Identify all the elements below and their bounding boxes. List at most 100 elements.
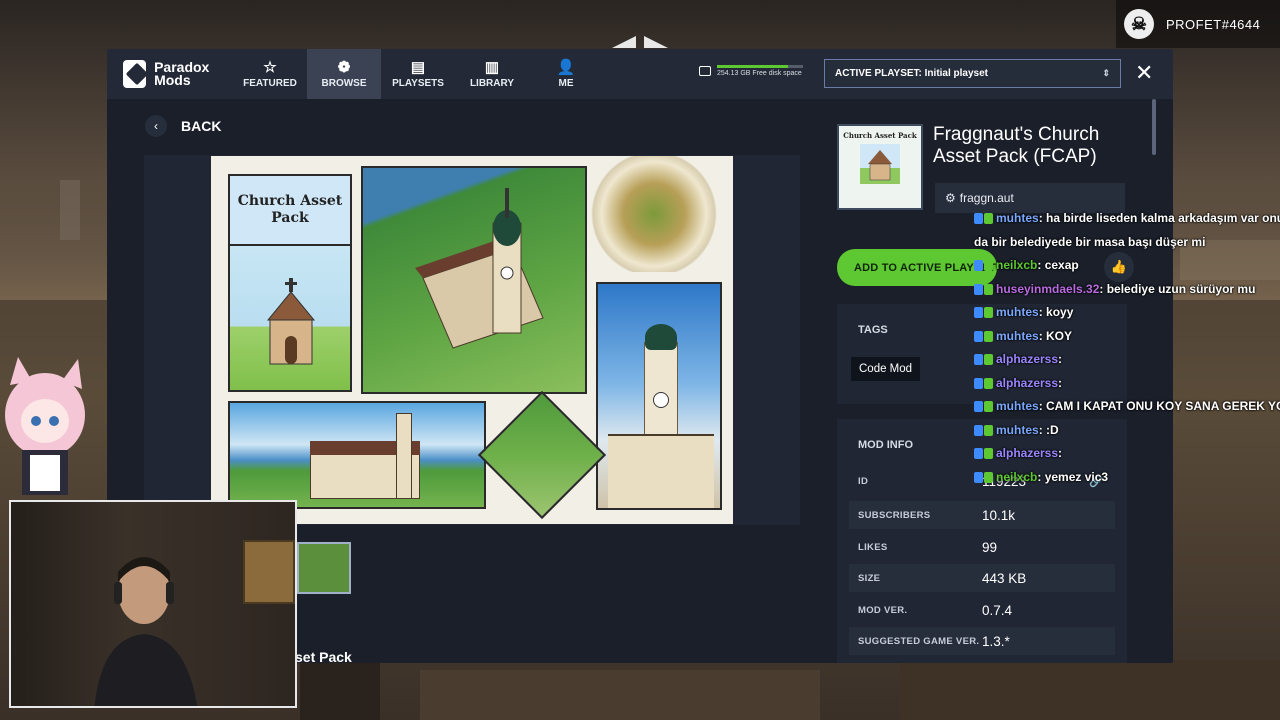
chat-text: : [1058,446,1063,460]
badge-icon [974,448,983,459]
scrollbar[interactable] [1152,99,1156,155]
chat-username: alphazerss [996,352,1059,366]
playsets-icon: ▤ [410,58,426,76]
nav-label: ME [558,77,574,89]
info-value: 1.3.* [982,633,1010,649]
paradox-mods-logo[interactable]: Paradox Mods [123,60,233,88]
mod-thumbnail: Church Asset Pack [837,124,923,210]
hero-image[interactable]: Church Asset Pack [211,156,733,524]
nav-me[interactable]: 👤 ME [529,49,603,99]
chat-badges [974,424,993,436]
chat-username: neilxcb [996,258,1038,272]
chat-username: alphazerss [996,446,1059,460]
hard-drive-icon [699,66,711,76]
back-label: BACK [181,118,222,134]
church-card-illustration: Church Asset Pack [228,174,352,392]
info-key: SUBSCRIBERS [858,509,931,521]
chat-username: muhtes [996,211,1039,225]
chat-text: : cexap [1037,258,1079,272]
author-name: fraggn.aut [959,191,1014,205]
chat-badges [974,260,993,271]
chat-message: neilxcb: cexap [974,254,1274,278]
chat-username: muhtes [996,422,1039,437]
badge-icon [974,471,983,483]
nav-featured[interactable]: ☆ FEATURED [233,49,307,99]
chat-message: alphazerss: [974,372,1274,396]
side-church-render [228,401,486,509]
chat-text: : [1058,352,1063,366]
info-row-game-version: SUGGESTED GAME VER. 1.3.* [849,627,1115,655]
badge-icon [974,424,983,436]
chat-text: : [1058,375,1063,390]
chat-message: alphazerss: [974,442,1274,466]
streamer-person [94,557,198,706]
badge-icon [974,213,983,224]
chat-text: : KOY [1038,328,1073,343]
info-key: SUGGESTED GAME VER. [858,635,980,647]
info-row-subscribers: SUBSCRIBERS 10.1k [849,501,1115,529]
stream-chat-overlay: muhtes: ha birde liseden kalma arkadaşım… [974,207,1280,489]
aerial-church-render [361,166,587,394]
badge-icon [984,260,993,271]
mod-title: Fraggnaut's Church Asset Pack (FCAP) [933,124,1100,167]
chat-username: muhtes [996,328,1039,343]
badge-icon [984,401,993,412]
chat-message: da bir belediyede bir masa başı düşer mi [974,231,1274,255]
info-row-mod-version: MOD VER. 0.7.4 [849,596,1115,624]
badge-icon [984,448,993,459]
info-value: 0.7.4 [982,602,1013,618]
chevron-updown-icon: ⇕ [1102,68,1110,78]
active-playset-dropdown[interactable]: ACTIVE PLAYSET: Initial playset ⇕ [824,59,1121,88]
vtuber-avatar [5,357,85,495]
close-icon[interactable]: ✕ [1135,61,1153,85]
mod-info-heading: MOD INFO [858,439,913,451]
browse-icon: ❁ [337,58,351,76]
rose-window-render [589,156,719,272]
badge-icon [984,307,993,318]
streamer-profile: ☠ PROFET#4644 [1116,0,1280,48]
add-to-playset-button[interactable]: ADD TO ACTIVE PLAYSET [837,249,997,286]
badge-icon [984,283,993,295]
badge-icon [974,354,983,365]
nav-browse[interactable]: ❁ BROWSE [307,49,381,99]
badge-icon [974,260,983,271]
chat-badges [974,330,993,342]
chevron-left-icon: ‹ [145,115,167,137]
chat-message: muhtes: CAM I KAPAT ONU KOY SANA GEREK Y… [974,395,1280,419]
chat-badges [974,471,993,483]
chat-username: huseyinmdaels.32 [996,281,1100,296]
chat-username: muhtes [996,399,1039,413]
back-button[interactable]: ‹ BACK [145,115,221,137]
mod-title-fragment: set Pack [295,649,352,663]
chat-text: : koyy [1038,305,1074,319]
disk-space-fill [717,65,788,68]
disk-space-label: 254.13 GB Free disk space [717,70,802,77]
chat-message: muhtes: koyy [974,301,1274,325]
info-row-likes: LIKES 99 [849,533,1115,561]
chat-text: da bir belediyede bir masa başı düşer mi [974,234,1206,249]
badge-icon [974,330,983,342]
chat-text: : yemez vic3 [1037,469,1109,484]
chat-message: alphazerss: [974,348,1274,372]
nav-playsets[interactable]: ▤ PLAYSETS [381,49,455,99]
chat-badges [974,307,993,318]
badge-icon [984,471,993,483]
info-key: MOD VER. [858,604,908,616]
chat-text: : belediye uzun sürüyor mu [1099,281,1256,296]
skull-icon: ☠ [1124,9,1154,39]
badge-icon [974,377,983,389]
tower-render [596,282,722,510]
gallery-thumbnail[interactable] [297,542,351,594]
info-value: 10.1k [982,507,1016,523]
church-icon [860,144,900,184]
tag-chip[interactable]: Code Mod [851,357,921,381]
chat-message: muhtes: ha birde liseden kalma arkadaşım… [974,207,1280,231]
badge-icon [974,401,983,412]
disk-space-bar [717,65,803,68]
nav-label: LIBRARY [469,77,515,89]
active-playset-label: ACTIVE PLAYSET: Initial playset [835,68,989,79]
nav-library[interactable]: ▥ LIBRARY [455,49,529,99]
profile-name: PROFET#4644 [1166,16,1261,32]
nav-label: PLAYSETS [392,77,444,89]
chat-message: muhtes: :D [974,419,1274,443]
